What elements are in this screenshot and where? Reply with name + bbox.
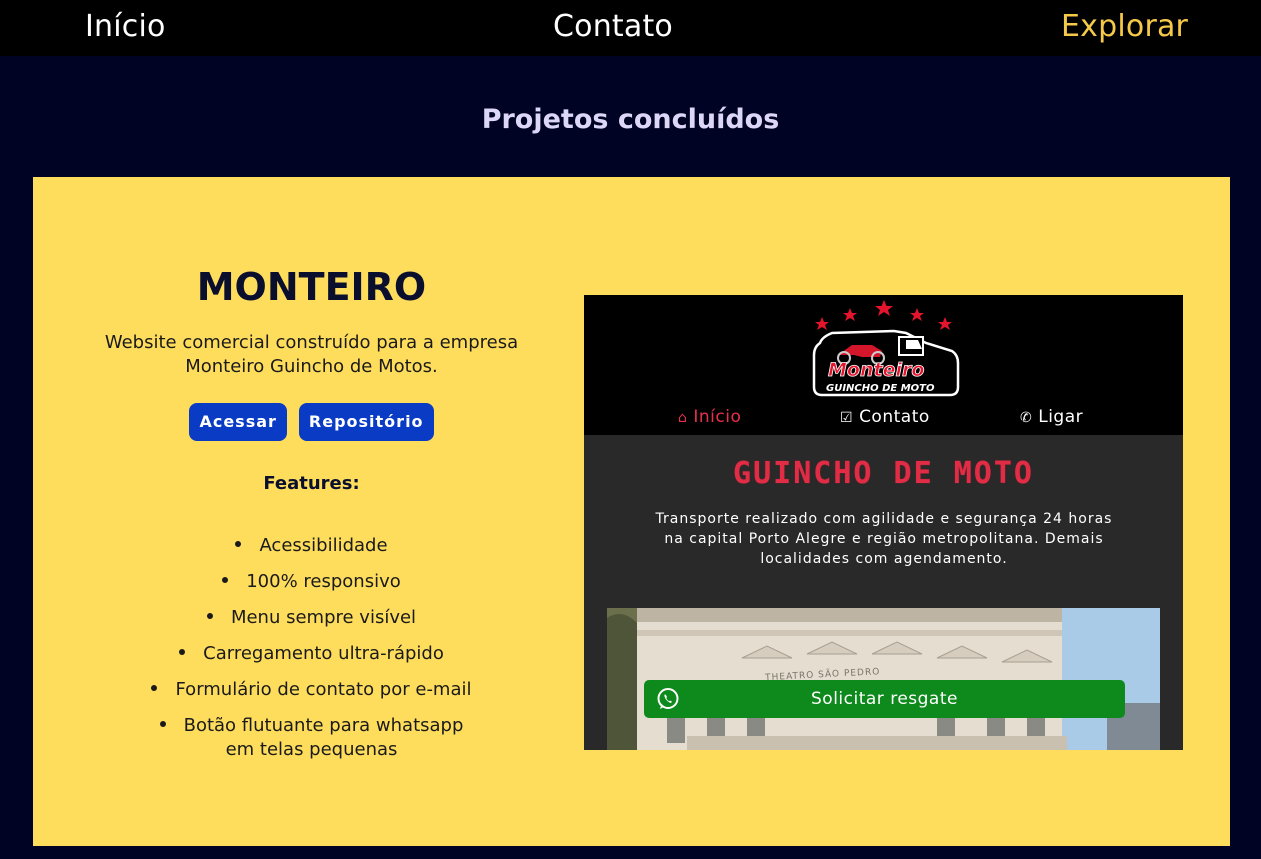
nav-link-inicio[interactable]: Início: [85, 9, 166, 44]
preview-hero-text: Transporte realizado com agilidade e seg…: [655, 511, 1113, 567]
phone-icon: ✆: [1020, 410, 1033, 426]
access-button[interactable]: Acessar: [189, 403, 287, 441]
project-description-line-2: Monteiro Guincho de Motos.: [185, 356, 438, 377]
feature-item: Formulário de contato por e-mail: [89, 678, 534, 702]
features-list: Acessibilidade 100% responsivo Menu semp…: [89, 534, 534, 762]
preview-nav-contato[interactable]: ☑ Contato: [840, 407, 930, 427]
home-icon: ⌂: [678, 410, 688, 426]
bullet-icon: [235, 541, 242, 547]
bullet-icon: [206, 613, 213, 619]
project-actions: Acessar Repositório: [89, 403, 534, 441]
bullet-icon: [159, 721, 166, 727]
project-preview-screenshot[interactable]: Monteiro GUINCHO DE MOTO ⌂ Início ☑ Contat…: [584, 295, 1183, 750]
project-card: MONTEIRO Website comercial construído pa…: [33, 177, 1230, 846]
feature-item: Menu sempre visível: [89, 606, 534, 630]
feature-item: 100% responsivo: [89, 570, 534, 594]
bullet-icon: [179, 649, 186, 655]
svg-text:GUINCHO DE MOTO: GUINCHO DE MOTO: [826, 383, 935, 394]
project-title: MONTEIRO: [196, 265, 427, 309]
nav-link-explorar[interactable]: Explorar: [1061, 9, 1188, 44]
whatsapp-button-label: Solicitar resgate: [811, 689, 958, 709]
preview-nav-inicio[interactable]: ⌂ Início: [678, 407, 741, 427]
features-title: Features:: [263, 473, 360, 494]
repository-button[interactable]: Repositório: [298, 403, 434, 441]
whatsapp-rescue-button[interactable]: Solicitar resgate: [644, 680, 1125, 718]
nav-link-contato[interactable]: Contato: [553, 9, 673, 44]
project-description-line-1: Website comercial construído para a empr…: [104, 332, 519, 353]
preview-header: Monteiro GUINCHO DE MOTO ⌂ Início ☑ Contat…: [584, 295, 1183, 435]
project-info: MONTEIRO Website comercial construído pa…: [89, 265, 534, 774]
section-title: Projetos concluídos: [481, 104, 780, 136]
svg-text:Monteiro: Monteiro: [828, 359, 924, 381]
feature-item: Acessibilidade: [89, 534, 534, 558]
checkbox-icon: ☑: [840, 410, 854, 426]
monteiro-logo: Monteiro GUINCHO DE MOTO: [812, 300, 960, 397]
feature-item: Botão flutuante para whatsapp em telas pe…: [89, 714, 534, 762]
top-nav: Início Contato Explorar: [0, 0, 1261, 56]
preview-nav-ligar[interactable]: ✆ Ligar: [1020, 407, 1083, 427]
bullet-icon: [222, 577, 229, 583]
project-description: Website comercial construído para a empr…: [89, 331, 534, 379]
preview-hero-title: GUINCHO DE MOTO: [733, 456, 1034, 491]
bullet-icon: [151, 685, 158, 691]
feature-item: Carregamento ultra-rápido: [89, 642, 534, 666]
theatre-photo: THEATRO SÃO PEDRO: [607, 608, 1160, 750]
